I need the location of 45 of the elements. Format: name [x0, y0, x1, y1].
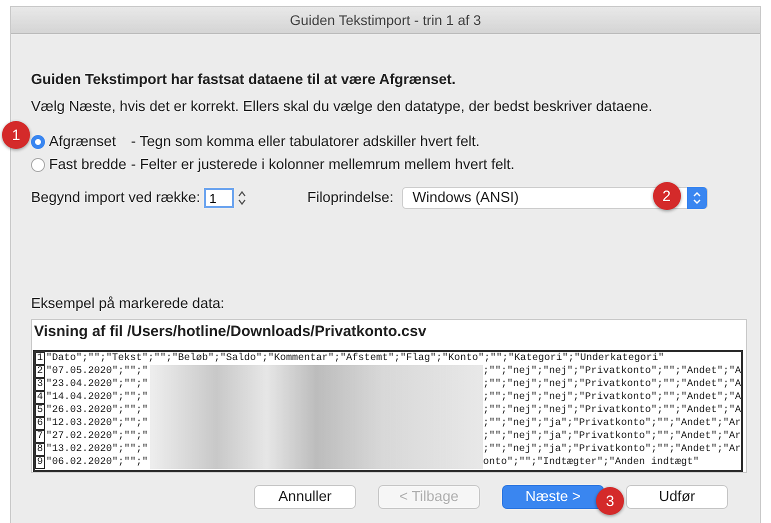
preview-line: "27.02.2020";"";"	[46, 430, 150, 443]
preview-line: ;"";"nej";"nej";"Privatkonto";"";"Andet";"A	[482, 391, 741, 404]
radio-button[interactable]	[31, 135, 45, 149]
preview-line: "13.02.2020";"";"	[46, 443, 150, 456]
dialog-button[interactable]: Annuller	[254, 485, 356, 509]
instruction-text: Vælg Næste, hvis det er korrekt. Ellers skal du vælge den datatype, der bedst beskriver dataene.	[31, 99, 654, 115]
line-number: 6	[35, 417, 46, 430]
line-number: 9	[35, 456, 46, 469]
radio-label: Afgrænset	[49, 134, 117, 150]
start-row-label: Begynd import ved række:	[31, 190, 200, 206]
dialog-button[interactable]: Udfør	[626, 485, 728, 509]
next-button[interactable]: Næste >	[502, 485, 604, 509]
preview-line: ;"";"nej";"ja";"Privatkonto";"";"Andet";"Ar	[482, 443, 741, 456]
line-number: 2	[35, 365, 46, 378]
preview-line: onto";"";"Indtægter";"Anden indtægt"	[483, 456, 700, 469]
start-row-field[interactable]: 1	[204, 188, 234, 208]
preview-line: "06.02.2020";"";"	[46, 456, 150, 469]
preview-label: Eksempel på markerede data:	[31, 296, 226, 312]
preview-line: "26.03.2020";"";"	[46, 404, 150, 417]
preview-line: "23.04.2020";"";"	[46, 378, 150, 391]
preview-line: "14.04.2020";"";"	[46, 391, 150, 404]
line-number: 5	[35, 404, 46, 417]
line-number: 3	[35, 378, 46, 391]
file-title: Visning af fil /Users/hotline/Downloads/Privatkonto.csv	[33, 322, 428, 342]
file-origin-label: Filoprindelse:	[307, 190, 394, 206]
preview-line: ;"";"nej";"ja";"Privatkonto";"";"Andet";"Ar	[482, 417, 741, 430]
preview-line: "12.03.2020";"";"	[46, 417, 150, 430]
heading-text: Guiden Tekstimport har fastsat dataene til at være Afgrænset.	[31, 72, 457, 88]
preview-line: ;"";"nej";"ja";"Privatkonto";"";"Andet";"Ar	[482, 430, 741, 443]
line-number: 8	[35, 443, 46, 456]
preview-line: ;"";"nej";"nej";"Privatkonto";"";"Andet";"A	[482, 365, 741, 378]
preview-line: "07.05.2020";"";"	[46, 365, 150, 378]
line-number: 1	[35, 352, 46, 365]
option-description: - Felter er justerede i kolonner mellemrum mellem hvert felt.	[131, 157, 515, 173]
radio-label: Fast bredde	[49, 157, 128, 173]
line-number: 7	[35, 430, 46, 443]
radio-button[interactable]	[31, 158, 45, 172]
option-description: - Tegn som komma eller tabulatorer adskiller hvert felt.	[131, 134, 480, 150]
dropdown-arrows-icon	[686, 187, 706, 209]
line-number: 4	[35, 391, 46, 404]
preview-line: "Dato";"";"Tekst";"";"Beløb";"Saldo";"Kommentar";"Afstemt";"Flag";"Konto";"";"Kategori";"Underkategori"	[46, 352, 664, 365]
preview-line: ;"";"nej";"nej";"Privatkonto";"";"Andet";"A	[482, 378, 741, 391]
window-title: Guiden Tekstimport - trin 1 af 3	[11, 7, 760, 34]
preview-line: ;"";"nej";"nej";"Privatkonto";"";"Andet";"A	[482, 404, 741, 417]
step-number-badge: 1	[2, 121, 30, 149]
